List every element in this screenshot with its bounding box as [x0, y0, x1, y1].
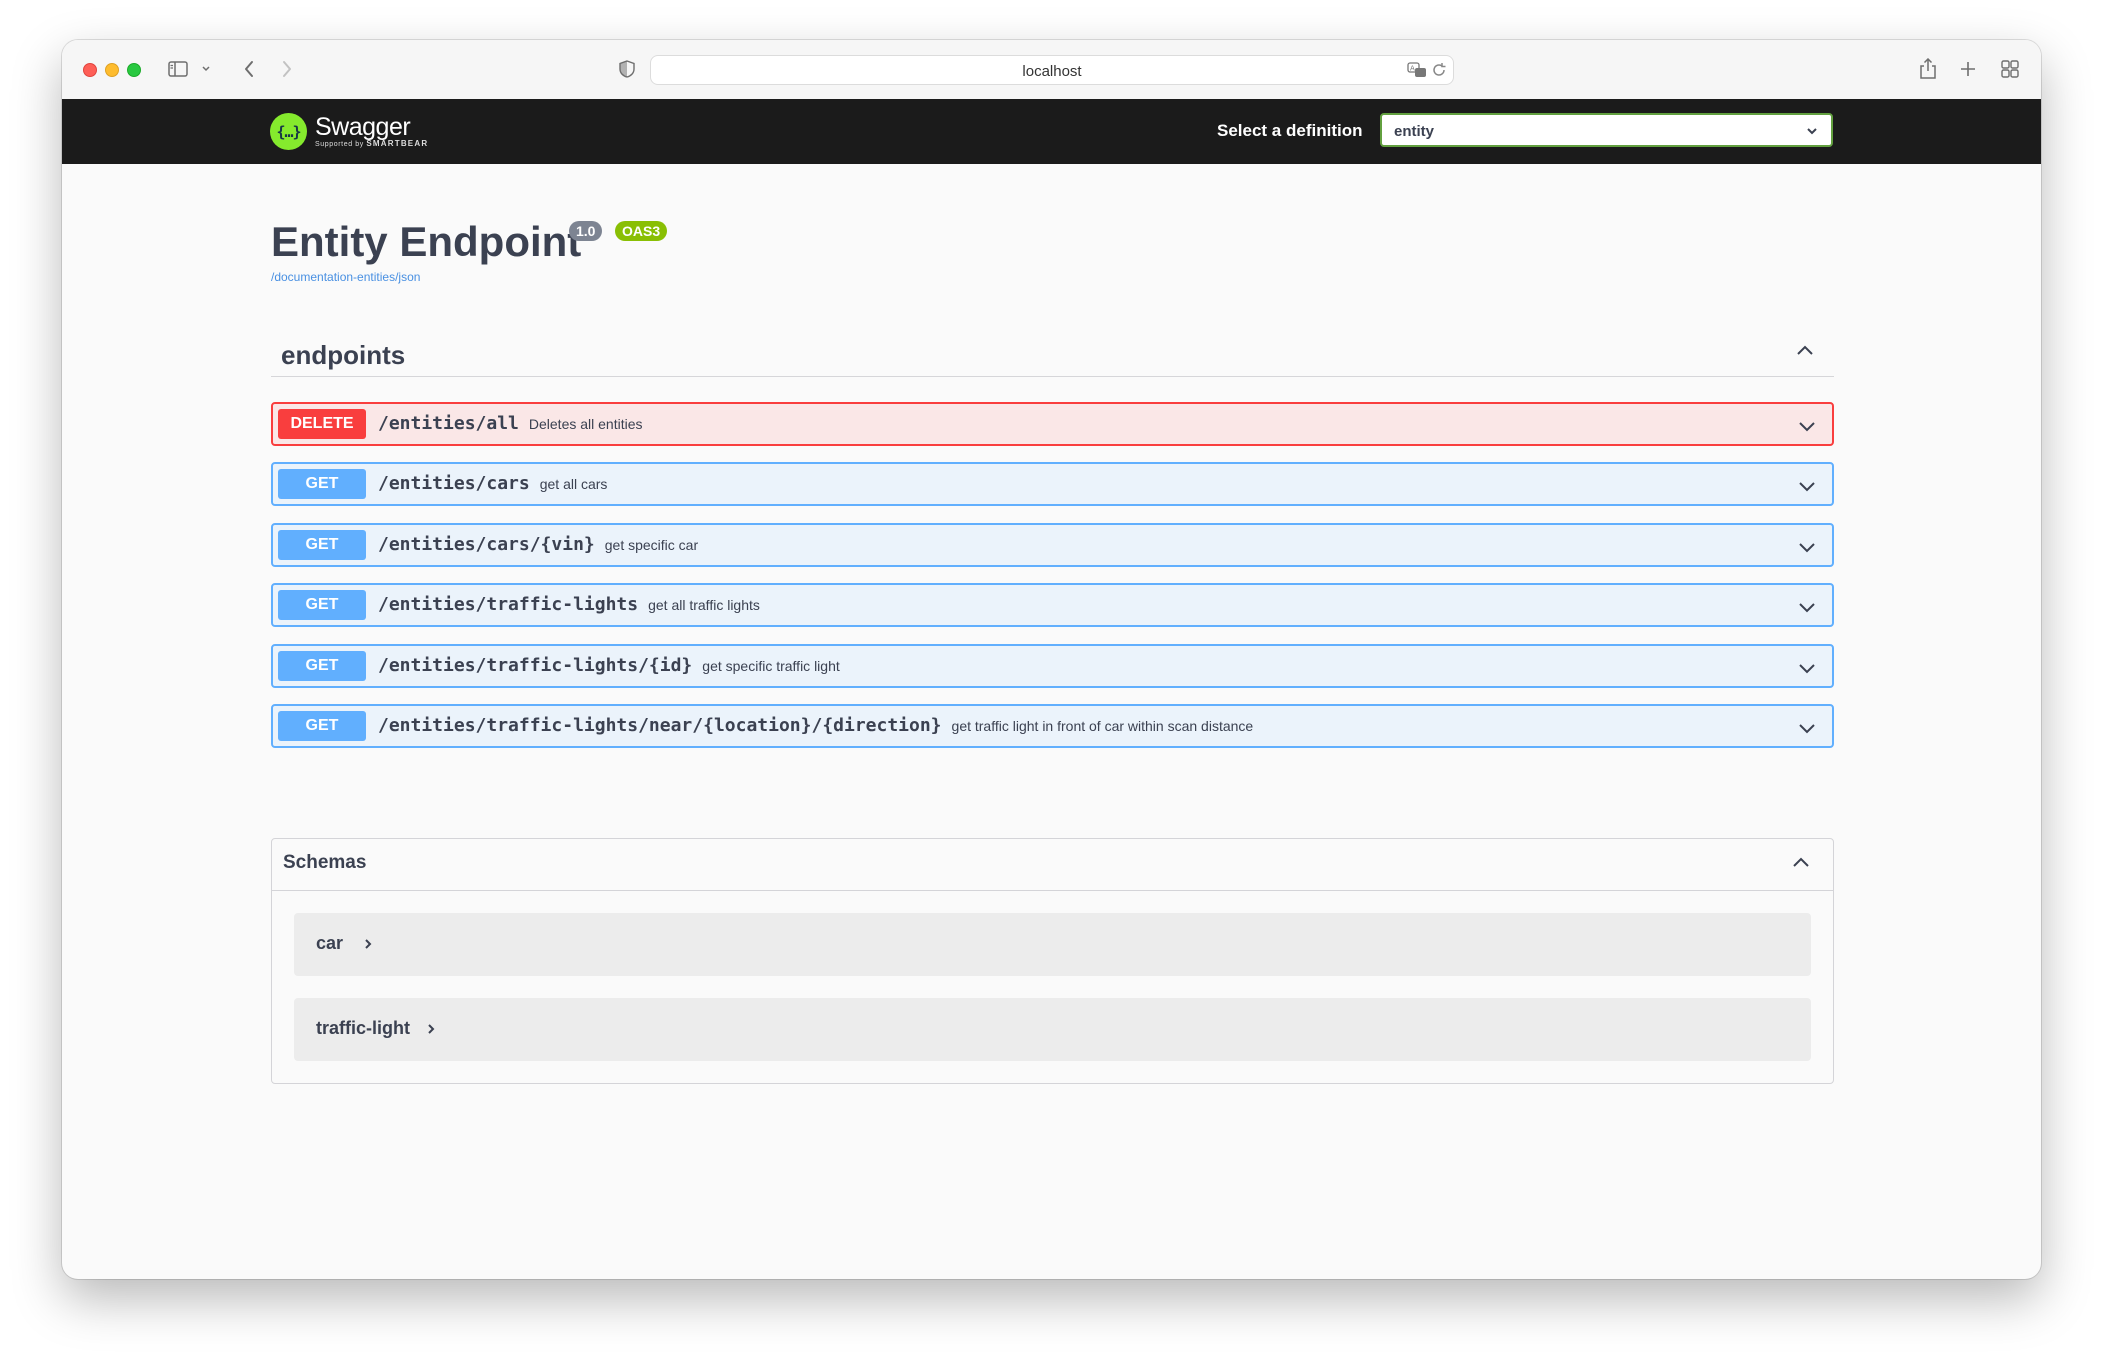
method-badge: GET — [278, 530, 366, 560]
operation-path: /entities/cars/{vin} get specific car — [378, 534, 699, 555]
operation-get-entities-cars[interactable]: GET /entities/cars get all cars — [271, 462, 1834, 506]
logo-name: Swagger — [315, 113, 411, 141]
version-badge: 1.0 — [569, 221, 603, 241]
schemas-header[interactable]: Schemas — [272, 839, 1833, 891]
chevron-down-icon[interactable] — [1796, 596, 1818, 618]
operation-path: /entities/cars get all cars — [378, 473, 608, 494]
definition-select[interactable]: entity — [1380, 113, 1833, 147]
tab-overview-icon[interactable] — [1999, 56, 2021, 82]
chevron-down-icon[interactable] — [200, 56, 212, 82]
operation-summary: get traffic light in front of car within… — [951, 718, 1254, 734]
logo-subtitle: Supported by SMARTBEAR — [315, 139, 429, 149]
chevron-down-icon — [1805, 124, 1819, 138]
schema-name: traffic-light — [316, 1018, 410, 1038]
definition-label: Select a definition — [1217, 121, 1363, 140]
swagger-topbar: {…} Swagger Supported by SMARTBEAR Selec… — [62, 99, 2041, 164]
operation-summary: get specific car — [604, 537, 699, 553]
operation-get-entities-traffic-lights-id[interactable]: GET /entities/traffic-lights/{id} get spe… — [271, 644, 1834, 688]
chevron-right-icon[interactable] — [424, 1022, 438, 1036]
operation-summary: get all cars — [539, 476, 608, 492]
chevron-down-icon[interactable] — [1796, 657, 1818, 679]
operation-get-entities-cars-vin[interactable]: GET /entities/cars/{vin} get specific car — [271, 523, 1834, 567]
swagger-logo[interactable]: {…} Swagger Supported by SMARTBEAR — [270, 109, 428, 154]
method-badge: GET — [278, 711, 366, 741]
api-title: Entity Endpoint — [271, 218, 582, 265]
translate-icon[interactable]: A — [1407, 61, 1427, 79]
operation-get-entities-traffic-lights[interactable]: GET /entities/traffic-lights get all traf… — [271, 583, 1834, 627]
address-bar[interactable]: localhost A — [650, 55, 1454, 85]
operation-path: /entities/traffic-lights/{id} get specifi… — [378, 655, 840, 676]
operation-delete-entities-all[interactable]: DELETE /entities/all Deletes all entities — [271, 402, 1834, 446]
definition-select-value: entity — [1394, 123, 1435, 140]
back-arrow-icon[interactable] — [238, 56, 260, 82]
oas-badge: OAS3 — [615, 221, 668, 241]
operation-summary: get all traffic lights — [648, 597, 760, 613]
operation-path: /entities/all Deletes all entities — [378, 413, 643, 434]
chevron-up-icon[interactable] — [1790, 852, 1812, 874]
minimize-window-button[interactable] — [105, 63, 119, 77]
svg-text:A: A — [1410, 65, 1415, 73]
forward-arrow-icon[interactable] — [276, 56, 298, 82]
tag-section-header[interactable]: endpoints — [271, 330, 1834, 377]
close-window-button[interactable] — [83, 63, 97, 77]
reload-icon[interactable] — [1431, 62, 1447, 78]
chevron-up-icon[interactable] — [1794, 340, 1816, 362]
sidebar-toggle-icon[interactable] — [167, 56, 189, 82]
operation-get-entities-traffic-lights-near[interactable]: GET /entities/traffic-lights/near/{locat… — [271, 704, 1834, 748]
method-badge: DELETE — [278, 409, 366, 439]
schemas-title: Schemas — [283, 852, 367, 873]
swagger-logo-icon: {…} — [270, 113, 307, 150]
url-text: localhost — [1022, 63, 1082, 80]
browser-toolbar: localhost A — [62, 40, 2041, 99]
operation-path: /entities/traffic-lights/near/{location}… — [378, 715, 1254, 736]
zoom-window-button[interactable] — [127, 63, 141, 77]
tag-title: endpoints — [281, 340, 406, 370]
schema-item-traffic-light[interactable]: traffic-light — [294, 998, 1811, 1061]
browser-window: localhost A {…} Swagger Supported by SMA… — [62, 40, 2041, 1279]
share-icon[interactable] — [1917, 56, 1939, 82]
schema-item-car[interactable]: car — [294, 913, 1811, 976]
chevron-down-icon[interactable] — [1796, 536, 1818, 558]
method-badge: GET — [278, 590, 366, 620]
chevron-down-icon[interactable] — [1796, 717, 1818, 739]
operation-path: /entities/traffic-lights get all traffic … — [378, 594, 760, 615]
privacy-shield-icon[interactable] — [616, 56, 638, 82]
spec-url-link[interactable]: /documentation-entities/json — [271, 270, 420, 284]
chevron-right-icon[interactable] — [361, 937, 375, 951]
method-badge: GET — [278, 651, 366, 681]
operation-summary: Deletes all entities — [528, 416, 643, 432]
schema-name: car — [316, 933, 344, 953]
chevron-down-icon[interactable] — [1796, 475, 1818, 497]
method-badge: GET — [278, 469, 366, 499]
chevron-down-icon[interactable] — [1796, 415, 1818, 437]
operation-summary: get specific traffic light — [702, 658, 840, 674]
schemas-section: Schemas car traffic-light — [271, 838, 1834, 1084]
new-tab-plus-icon[interactable] — [1957, 56, 1979, 82]
